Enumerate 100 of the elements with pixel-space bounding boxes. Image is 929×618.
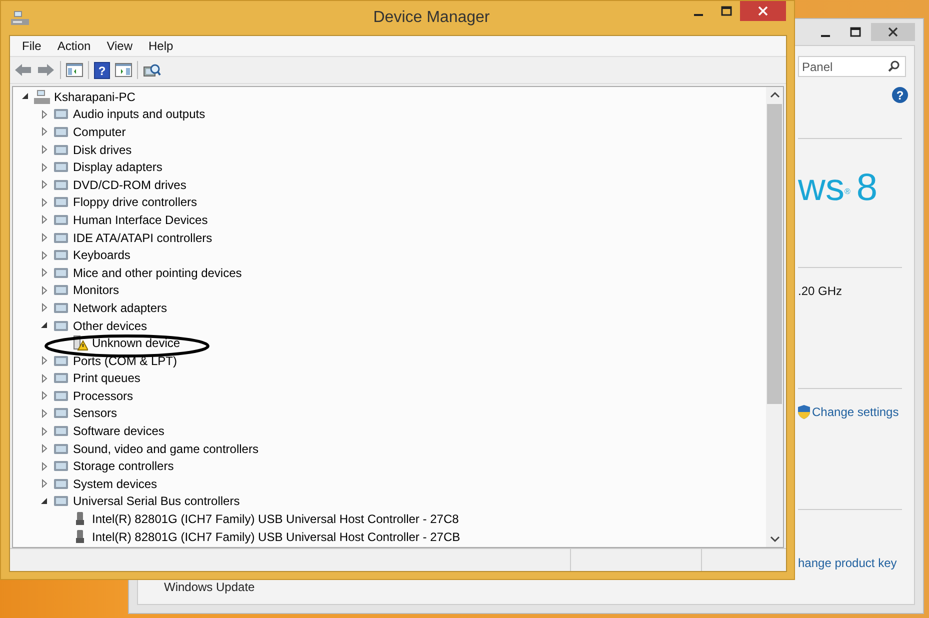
device-icon: [53, 160, 69, 174]
vertical-scrollbar[interactable]: [766, 87, 783, 547]
device-icon: [53, 388, 69, 403]
scrollbar-thumb[interactable]: [767, 104, 782, 404]
collapsed-arrow-icon[interactable]: [40, 250, 49, 260]
device-icon: [53, 424, 69, 438]
tree-item[interactable]: Keyboards: [73, 248, 130, 262]
device-icon: [53, 230, 69, 245]
menu-item[interactable]: View: [98, 39, 140, 53]
windows-logo-text: ws$^{®}$8: [798, 166, 878, 211]
collapsed-arrow-icon[interactable]: [40, 268, 49, 278]
collapsed-arrow-icon[interactable]: [40, 444, 49, 454]
close-icon: [888, 27, 898, 37]
maximize-icon: [850, 27, 860, 37]
expanded-arrow-icon[interactable]: [21, 92, 30, 102]
collapsed-arrow-icon[interactable]: [40, 462, 49, 471]
expanded-arrow-icon[interactable]: [40, 321, 49, 330]
collapsed-arrow-icon[interactable]: [40, 233, 49, 242]
device-icon: [53, 354, 69, 368]
tree-item[interactable]: Display adapters: [73, 160, 162, 174]
processor-speed: .20 GHz: [798, 284, 844, 298]
device-icon: [53, 248, 69, 262]
tree-item[interactable]: Mice and other pointing devices: [73, 266, 242, 280]
tree-item[interactable]: Ksharapani-PC: [54, 90, 136, 104]
scan-hardware-icon[interactable]: [143, 62, 161, 78]
minimize-icon: [694, 14, 702, 16]
close-button[interactable]: [740, 1, 786, 21]
device-icon: [53, 459, 69, 474]
collapsed-arrow-icon[interactable]: [40, 215, 49, 224]
close-button[interactable]: [871, 23, 915, 41]
expanded-arrow-icon[interactable]: [40, 496, 49, 506]
tree-item[interactable]: Ports (COM & LPT): [73, 354, 178, 368]
collapsed-arrow-icon[interactable]: [40, 127, 49, 136]
tree-item[interactable]: Computer: [73, 124, 126, 139]
tree-item[interactable]: Floppy drive controllers: [73, 195, 198, 210]
device-icon: [53, 212, 69, 227]
tree-item[interactable]: Monitors: [73, 283, 120, 298]
shield-icon: [798, 405, 810, 419]
collapsed-arrow-icon[interactable]: [40, 145, 49, 154]
tree-item[interactable]: System devices: [73, 476, 158, 491]
device-icon: [53, 406, 69, 420]
maximize-icon: [720, 6, 732, 16]
back-arrow-icon[interactable]: [14, 62, 32, 78]
help-icon[interactable]: ?: [892, 87, 908, 103]
tree-item[interactable]: Print queues: [73, 371, 140, 386]
change-settings-link[interactable]: Change settings: [812, 405, 899, 419]
collapsed-arrow-icon[interactable]: [40, 110, 49, 119]
collapsed-arrow-icon[interactable]: [40, 303, 49, 312]
collapsed-arrow-icon[interactable]: [40, 426, 49, 436]
tree-item[interactable]: Network adapters: [73, 300, 168, 315]
device-icon: [53, 318, 69, 333]
menu-item[interactable]: Help: [140, 39, 182, 53]
tree-item[interactable]: Sound, video and game controllers: [73, 442, 258, 456]
tree-item[interactable]: Intel(R) 82801G (ICH7 Family) USB Universal Host Controller - 27CB: [92, 530, 460, 544]
tree-item[interactable]: Human Interface Devices: [73, 212, 208, 227]
change-product-key-link[interactable]: hange product key: [798, 556, 914, 570]
forward-arrow-icon[interactable]: [37, 62, 55, 78]
device-icon: [53, 476, 69, 491]
tree-item[interactable]: Disk drives: [73, 142, 132, 157]
help-icon[interactable]: ?: [94, 62, 110, 78]
menu-item[interactable]: Action: [49, 39, 99, 53]
windows-update-label: Windows Update: [164, 580, 256, 594]
collapsed-arrow-icon[interactable]: [40, 408, 49, 418]
search-field[interactable]: Panel: [798, 56, 906, 77]
tree-item[interactable]: Storage controllers: [73, 459, 174, 474]
tree-item[interactable]: Audio inputs and outputs: [73, 107, 206, 122]
close-icon: [758, 6, 768, 16]
device-icon: [53, 300, 69, 315]
collapsed-arrow-icon[interactable]: [40, 391, 49, 400]
tree-item[interactable]: Sensors: [73, 406, 118, 420]
action-pane-icon[interactable]: [115, 62, 132, 78]
device-icon: [53, 178, 69, 192]
menu-item[interactable]: File: [14, 39, 50, 53]
minimize-icon: [820, 34, 830, 36]
tree-item[interactable]: IDE ATA/ATAPI controllers: [73, 230, 212, 245]
collapsed-arrow-icon[interactable]: [40, 162, 49, 172]
tree-item[interactable]: Universal Serial Bus controllers: [73, 494, 240, 508]
tree-item[interactable]: Processors: [73, 388, 134, 403]
device-icon: [53, 107, 69, 122]
device-icon: [53, 195, 69, 210]
collapsed-arrow-icon[interactable]: [40, 479, 49, 488]
device-icon: [53, 283, 69, 298]
computer-icon: [11, 10, 29, 26]
device-icon: [53, 142, 69, 157]
collapsed-arrow-icon[interactable]: [40, 374, 49, 383]
tree-item[interactable]: Intel(R) 82801G (ICH7 Family) USB Universal Host Controller - 27C8: [92, 512, 459, 526]
tree-item[interactable]: Other devices: [73, 318, 148, 333]
collapsed-arrow-icon[interactable]: [40, 180, 49, 190]
device-icon: [53, 494, 69, 508]
window-title: Device Manager: [372, 9, 491, 27]
search-icon: [888, 60, 900, 72]
collapsed-arrow-icon[interactable]: [40, 356, 49, 366]
device-icon: [53, 371, 69, 386]
device-icon: [53, 266, 69, 280]
console-tree-icon[interactable]: [66, 62, 83, 78]
collapsed-arrow-icon[interactable]: [40, 286, 49, 295]
device-icon: [53, 124, 69, 139]
tree-item[interactable]: Software devices: [73, 424, 164, 438]
collapsed-arrow-icon[interactable]: [40, 198, 49, 207]
tree-item[interactable]: DVD/CD-ROM drives: [73, 178, 186, 192]
